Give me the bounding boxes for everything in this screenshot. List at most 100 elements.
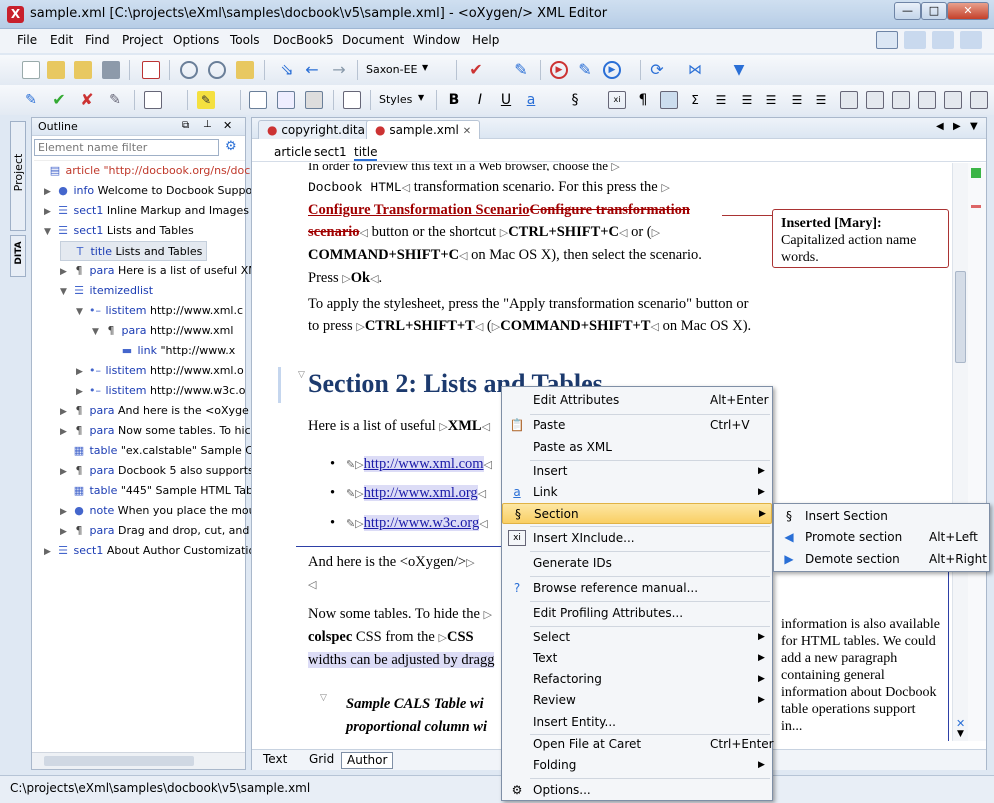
add-comment-icon[interactable] <box>249 91 267 109</box>
forward-icon[interactable]: → <box>330 61 348 79</box>
tab-sample-xml[interactable]: ● sample.xml ✕ <box>366 120 481 139</box>
outline-row-link[interactable]: ▬ link "http://www.x <box>108 341 235 361</box>
restore-icon[interactable]: ⧉ <box>182 120 189 131</box>
image-icon[interactable] <box>660 91 678 109</box>
insert-table-icon[interactable] <box>840 91 858 109</box>
outline-row-para[interactable]: ▶ ¶ para Now some tables. To hic <box>60 421 251 441</box>
menu-item-options[interactable]: ⚙ Options... <box>502 780 772 801</box>
outline-row-sect1[interactable]: ▶ ☰ sect1 Inline Markup and Images <box>44 201 249 221</box>
menu-item-insert[interactable]: Insert ▶ <box>502 461 772 482</box>
new-file-icon[interactable] <box>22 61 40 79</box>
variable-list-icon[interactable]: ☰ <box>788 91 806 109</box>
menu-document[interactable]: Document <box>342 33 404 47</box>
ordered-list-icon[interactable]: ☰ <box>712 91 730 109</box>
dita-side-tab[interactable]: DITA <box>10 235 26 277</box>
menu-item-insert-entity[interactable]: Insert Entity... <box>502 712 772 733</box>
menu-item-generate-ids[interactable]: Generate IDs <box>502 553 772 574</box>
styles-dropdown[interactable]: Styles <box>379 93 412 106</box>
goto-icon[interactable]: ⇘ <box>278 61 296 79</box>
find-icon[interactable] <box>180 61 198 79</box>
expand-toggle-icon[interactable]: ▶ <box>60 402 72 422</box>
accept-change-icon[interactable]: ✔ <box>50 91 68 109</box>
outline-row-sect1[interactable]: ▶ ☰ sect1 About Author Customizatio <box>44 541 255 561</box>
insert-column-icon[interactable] <box>892 91 910 109</box>
configure-transformation-icon[interactable]: ✎ <box>576 61 594 79</box>
deleted-text[interactable]: Configure transformation <box>530 202 690 218</box>
menu-item-edit-profiling[interactable]: Edit Profiling Attributes... <box>502 603 772 624</box>
mode-text-tab[interactable]: Text <box>258 752 292 769</box>
diff-icon[interactable]: ⋈ <box>686 61 704 79</box>
outline-row-para[interactable]: ▶ ¶ para Here is a list of useful XM <box>60 261 258 281</box>
outline-row-note[interactable]: ▶ ● note When you place the mou <box>60 501 256 521</box>
filter-icon[interactable]: ▼ <box>730 61 748 79</box>
fold-icon[interactable]: ▽ <box>298 363 305 385</box>
change-marker[interactable] <box>971 205 981 208</box>
comment-change-icon[interactable]: ✎ <box>106 91 124 109</box>
link-icon[interactable]: a <box>522 91 540 109</box>
menu-item-open-file-at-caret[interactable]: Open File at Caret Ctrl+Enter <box>502 734 774 755</box>
menu-item-browse-reference[interactable]: ? Browse reference manual... <box>502 578 772 599</box>
menu-item-link[interactable]: a Link ▶ <box>502 482 772 503</box>
menu-edit[interactable]: Edit <box>50 33 73 47</box>
table-properties-icon[interactable] <box>970 91 988 109</box>
fold-icon[interactable]: ▽ <box>320 686 327 708</box>
track-changes-icon[interactable]: ✎ <box>22 91 40 109</box>
scroll-down-icon[interactable]: ▼ <box>957 729 964 739</box>
pin-icon[interactable]: ⊥ <box>203 119 212 130</box>
expand-toggle-icon[interactable]: ▼ <box>92 322 104 342</box>
outline-row-sect1[interactable]: ▼ ☰ sect1 Lists and Tables <box>44 221 194 241</box>
scroll-thumb[interactable] <box>955 271 966 363</box>
outline-row-table[interactable]: ▦ table "445" Sample HTML Table <box>60 481 263 501</box>
outline-row-listitem[interactable]: ▶ •– listitem http://www.xml.o <box>76 361 244 381</box>
expand-toggle-icon[interactable]: ▶ <box>44 202 56 222</box>
inserted-text[interactable]: Configure Transformation Scenario <box>308 202 530 218</box>
expand-toggle-icon[interactable]: ▶ <box>60 522 72 542</box>
outline-row-para[interactable]: ▶ ¶ para Drag and drop, cut, and <box>60 521 249 541</box>
expand-toggle-icon[interactable]: ▼ <box>76 302 88 322</box>
back-icon[interactable]: ← <box>303 61 321 79</box>
menu-item-folding[interactable]: Folding ▶ <box>502 755 772 776</box>
link-xml-org[interactable]: http://www.xml.org <box>363 485 478 501</box>
save-icon[interactable] <box>102 61 120 79</box>
menu-file[interactable]: File <box>17 33 37 47</box>
menu-window[interactable]: Window <box>413 33 460 47</box>
section-icon[interactable]: § <box>566 91 584 109</box>
expand-toggle-icon[interactable]: ▶ <box>60 462 72 482</box>
insert-row-icon[interactable] <box>866 91 884 109</box>
chevron-down-icon[interactable]: ▼ <box>418 93 424 102</box>
apply-transformation-icon[interactable]: ▶ <box>550 61 568 79</box>
menu-item-section[interactable]: § Section ▶ <box>502 503 772 524</box>
menu-item-text[interactable]: Text ▶ <box>502 648 772 669</box>
open-folder-icon[interactable] <box>236 61 254 79</box>
perspective-xquery-icon[interactable] <box>932 31 954 49</box>
underline-icon[interactable]: U <box>497 91 515 109</box>
outline-row-listitem[interactable]: ▶ •– listitem http://www.w3c.o <box>76 381 245 401</box>
menu-tools[interactable]: Tools <box>230 33 260 47</box>
expand-toggle-icon[interactable]: ▼ <box>60 282 72 302</box>
menu-project[interactable]: Project <box>122 33 163 47</box>
edit-comment-icon[interactable] <box>277 91 295 109</box>
copy-icon[interactable] <box>144 91 162 109</box>
close-button[interactable]: ✕ <box>947 2 989 20</box>
mode-author-tab[interactable]: Author <box>341 752 394 769</box>
menu-find[interactable]: Find <box>85 33 110 47</box>
highlight-icon[interactable]: ✎ <box>197 91 215 109</box>
perspective-xslt-icon[interactable] <box>904 31 926 49</box>
tab-scroll-left-icon[interactable]: ◀ <box>936 121 944 132</box>
outline-row-para[interactable]: ▼ ¶ para http://www.xml <box>92 321 233 341</box>
breadcrumb-sect1[interactable]: sect1 <box>314 145 347 159</box>
project-side-tab[interactable]: Project <box>10 121 26 231</box>
expand-toggle-icon[interactable]: ▶ <box>60 502 72 522</box>
outline-row-article[interactable]: ▤ article "http://docbook.org/ns/docbook <box>36 161 277 181</box>
link-xml-com[interactable]: http://www.xml.com <box>363 456 484 472</box>
outline-row-table[interactable]: ▦ table "ex.calstable" Sample CA <box>60 441 261 461</box>
numbered-list-icon[interactable]: ☰ <box>738 91 756 109</box>
find-in-files-icon[interactable] <box>208 61 226 79</box>
paragraph-icon[interactable]: ¶ <box>634 91 652 109</box>
submenu-item-insert-section[interactable]: § Insert Section <box>774 506 989 527</box>
menu-docbook5[interactable]: DocBook5 <box>273 33 334 47</box>
close-view-icon[interactable]: ✕ <box>223 119 232 132</box>
expand-toggle-icon[interactable]: ▶ <box>60 422 72 442</box>
perspective-database-icon[interactable] <box>960 31 982 49</box>
breadcrumb-title[interactable]: title <box>354 145 378 161</box>
